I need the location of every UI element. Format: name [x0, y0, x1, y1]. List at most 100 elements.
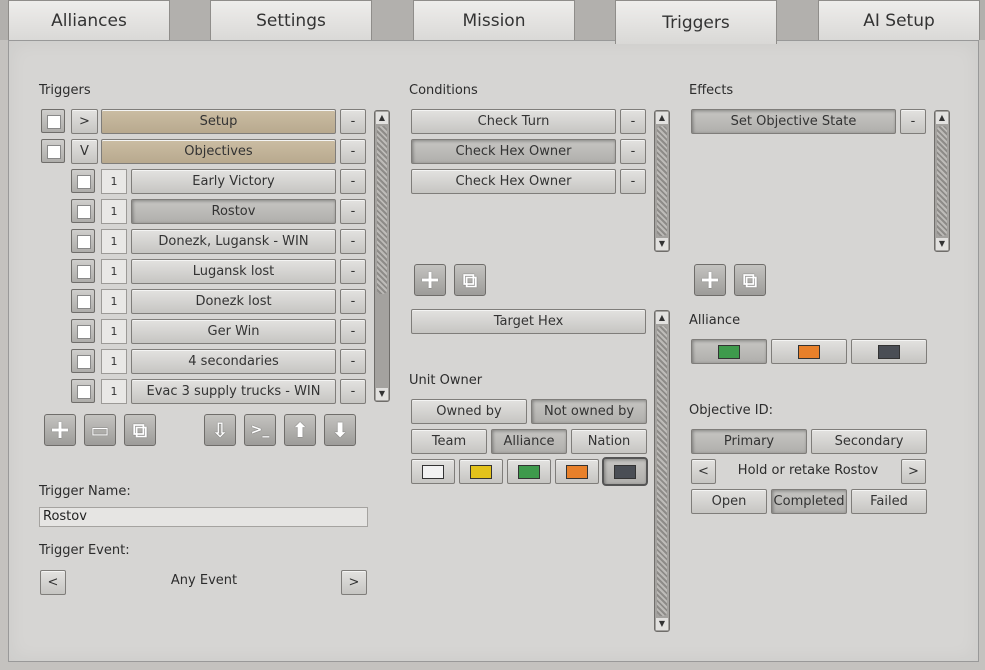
add-trigger-button[interactable]: +: [44, 414, 76, 446]
scroll-up-icon[interactable]: ▲: [376, 112, 388, 124]
color-swatch: [798, 344, 820, 359]
trigger-item[interactable]: 4 secondaries: [131, 349, 336, 374]
primary-button[interactable]: Primary: [691, 429, 807, 454]
color-swatch: [878, 344, 900, 359]
copy-condition-button[interactable]: ⧉: [454, 264, 486, 296]
state-failed-button[interactable]: Failed: [851, 489, 927, 514]
triggers-scrollbar[interactable]: ▲ ▼: [374, 110, 390, 402]
alliance-green-selected[interactable]: [691, 339, 767, 364]
effect-remove-button[interactable]: -: [900, 109, 926, 134]
copy-trigger-button[interactable]: ⧉: [124, 414, 156, 446]
state-open-button[interactable]: Open: [691, 489, 767, 514]
scroll-down-icon[interactable]: ▼: [656, 238, 668, 250]
trigger-event-next-button[interactable]: >: [341, 570, 367, 595]
add-effect-button[interactable]: +: [694, 264, 726, 296]
trigger-item-remove-button[interactable]: -: [340, 169, 366, 194]
trigger-item-checkbox[interactable]: [71, 169, 95, 193]
trigger-item-remove-button[interactable]: -: [340, 289, 366, 314]
trigger-item-selected[interactable]: Rostov: [131, 199, 336, 224]
alliance-button[interactable]: Alliance: [491, 429, 567, 454]
scroll-thumb[interactable]: [937, 126, 947, 236]
owner-color-white[interactable]: [411, 459, 455, 484]
trigger-item-remove-button[interactable]: -: [340, 199, 366, 224]
scroll-thumb[interactable]: [377, 126, 387, 294]
import-trigger-button[interactable]: ⇩: [204, 414, 236, 446]
trigger-item[interactable]: Donezk, Lugansk - WIN: [131, 229, 336, 254]
owner-color-grey-selected[interactable]: [602, 457, 648, 486]
scroll-up-icon[interactable]: ▲: [936, 112, 948, 124]
trigger-item-checkbox[interactable]: [71, 319, 95, 343]
team-button[interactable]: Team: [411, 429, 487, 454]
trigger-item-checkbox[interactable]: [71, 289, 95, 313]
conditions-scrollbar[interactable]: ▲ ▼: [654, 110, 670, 252]
trigger-group-remove-button[interactable]: -: [340, 109, 366, 134]
nation-button[interactable]: Nation: [571, 429, 647, 454]
condition-item-selected[interactable]: Check Hex Owner: [411, 139, 616, 164]
trigger-item-remove-button[interactable]: -: [340, 349, 366, 374]
tab-triggers[interactable]: Triggers: [615, 0, 777, 44]
add-condition-button[interactable]: +: [414, 264, 446, 296]
owner-color-orange[interactable]: [555, 459, 599, 484]
trigger-item-remove-button[interactable]: -: [340, 379, 366, 404]
secondary-button[interactable]: Secondary: [811, 429, 927, 454]
copy-effect-button[interactable]: ⧉: [734, 264, 766, 296]
tab-settings[interactable]: Settings: [210, 0, 372, 40]
trigger-item-checkbox[interactable]: [71, 229, 95, 253]
color-swatch: [718, 344, 740, 359]
trigger-item-count: 1: [101, 259, 127, 284]
trigger-item[interactable]: Lugansk lost: [131, 259, 336, 284]
trigger-group-objectives[interactable]: Objectives: [101, 139, 336, 164]
trigger-item-checkbox[interactable]: [71, 349, 95, 373]
target-hex-button[interactable]: Target Hex: [411, 309, 646, 334]
scroll-down-icon[interactable]: ▼: [376, 388, 388, 400]
trigger-item-checkbox[interactable]: [71, 259, 95, 283]
trigger-item[interactable]: Early Victory: [131, 169, 336, 194]
trigger-name-input[interactable]: Rostov: [39, 507, 368, 527]
trigger-group-checkbox[interactable]: [41, 109, 65, 133]
condition-remove-button[interactable]: -: [620, 109, 646, 134]
objective-next-button[interactable]: >: [901, 459, 926, 484]
trigger-group-collapse-button[interactable]: V: [71, 139, 98, 164]
trigger-item[interactable]: Evac 3 supply trucks - WIN: [131, 379, 336, 404]
tab-alliances[interactable]: Alliances: [8, 0, 170, 40]
trigger-item[interactable]: Ger Win: [131, 319, 336, 344]
condition-remove-button[interactable]: -: [620, 169, 646, 194]
owned-by-button[interactable]: Owned by: [411, 399, 527, 424]
scroll-up-icon[interactable]: ▲: [656, 112, 668, 124]
trigger-item-remove-button[interactable]: -: [340, 229, 366, 254]
scroll-down-icon[interactable]: ▼: [656, 618, 668, 630]
alliance-grey[interactable]: [851, 339, 927, 364]
alliance-orange[interactable]: [771, 339, 847, 364]
objective-prev-button[interactable]: <: [691, 459, 716, 484]
scroll-thumb[interactable]: [657, 126, 667, 236]
trigger-item-checkbox[interactable]: [71, 379, 95, 403]
owner-color-green[interactable]: [507, 459, 551, 484]
trigger-group-expand-button[interactable]: >: [71, 109, 98, 134]
not-owned-by-button[interactable]: Not owned by: [531, 399, 647, 424]
trigger-item[interactable]: Donezk lost: [131, 289, 336, 314]
owner-color-yellow[interactable]: [459, 459, 503, 484]
trigger-item-remove-button[interactable]: -: [340, 319, 366, 344]
script-button[interactable]: >_: [244, 414, 276, 446]
condition-remove-button[interactable]: -: [620, 139, 646, 164]
tab-mission[interactable]: Mission: [413, 0, 575, 40]
state-completed-button[interactable]: Completed: [771, 489, 847, 514]
trigger-item-checkbox[interactable]: [71, 199, 95, 223]
trigger-group-setup[interactable]: Setup: [101, 109, 336, 134]
move-up-button[interactable]: ⬆: [284, 414, 316, 446]
trigger-event-prev-button[interactable]: <: [40, 570, 66, 595]
tab-ai-setup[interactable]: AI Setup: [818, 0, 980, 40]
condition-item[interactable]: Check Hex Owner: [411, 169, 616, 194]
add-folder-button[interactable]: ▭: [84, 414, 116, 446]
scroll-up-icon[interactable]: ▲: [656, 312, 668, 324]
condition-item[interactable]: Check Turn: [411, 109, 616, 134]
condition-details-scrollbar[interactable]: ▲ ▼: [654, 310, 670, 632]
scroll-down-icon[interactable]: ▼: [936, 238, 948, 250]
move-down-button[interactable]: ⬇: [324, 414, 356, 446]
trigger-group-checkbox[interactable]: [41, 139, 65, 163]
trigger-group-remove-button[interactable]: -: [340, 139, 366, 164]
trigger-item-remove-button[interactable]: -: [340, 259, 366, 284]
scroll-thumb[interactable]: [657, 326, 667, 616]
effect-item-selected[interactable]: Set Objective State: [691, 109, 896, 134]
effects-scrollbar[interactable]: ▲ ▼: [934, 110, 950, 252]
